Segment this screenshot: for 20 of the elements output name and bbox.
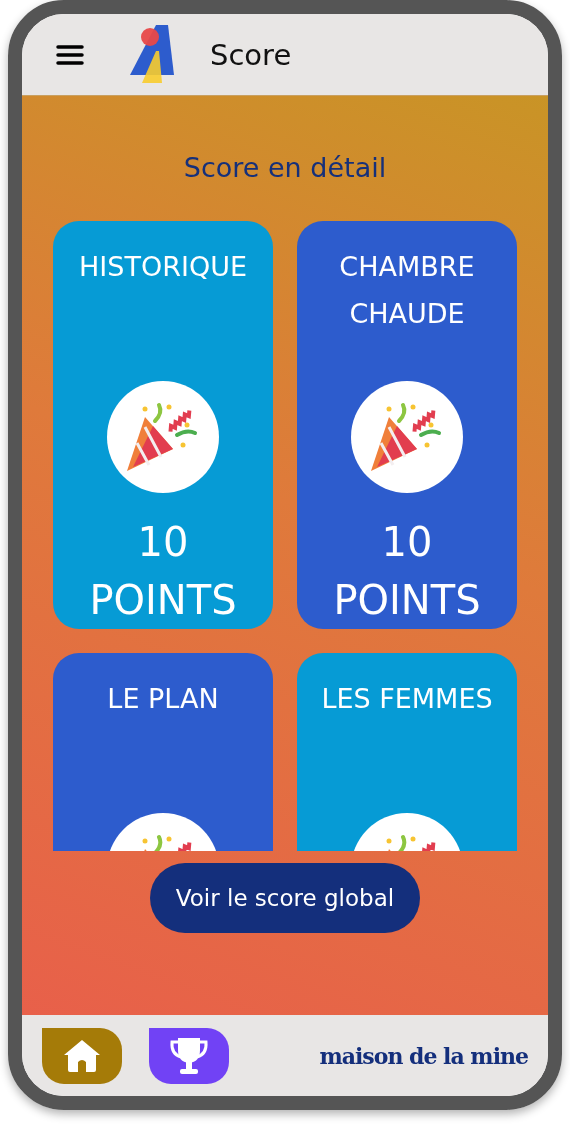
menu-icon[interactable]	[56, 44, 84, 65]
global-score-button[interactable]: Voir le score global	[149, 863, 421, 933]
card-title: LE PLAN	[106, 682, 220, 716]
score-card[interactable]: LE PLAN	[53, 653, 273, 851]
score-card[interactable]: LES FEMMES	[297, 653, 517, 851]
trophy-button[interactable]	[149, 1027, 229, 1084]
page-title: Score	[210, 37, 292, 72]
home-icon	[63, 1038, 101, 1073]
card-points: 10 POINTS	[332, 518, 482, 625]
logo	[130, 24, 176, 85]
score-card[interactable]: HISTORIQUE 10 POINTS	[53, 221, 273, 629]
card-title: CHAMBRE CHAUDE	[338, 250, 476, 331]
card-points: 10 POINTS	[88, 518, 238, 625]
card-title: LES FEMMES	[320, 682, 494, 716]
trophy-icon	[168, 1035, 210, 1076]
section-heading: Score en détail	[183, 152, 387, 183]
card-title: HISTORIQUE	[78, 250, 248, 284]
score-card[interactable]: CHAMBRE CHAUDE 10 POINTS	[297, 221, 517, 629]
home-button[interactable]	[42, 1027, 122, 1084]
brand-logo: maison de la mine	[319, 1042, 528, 1069]
